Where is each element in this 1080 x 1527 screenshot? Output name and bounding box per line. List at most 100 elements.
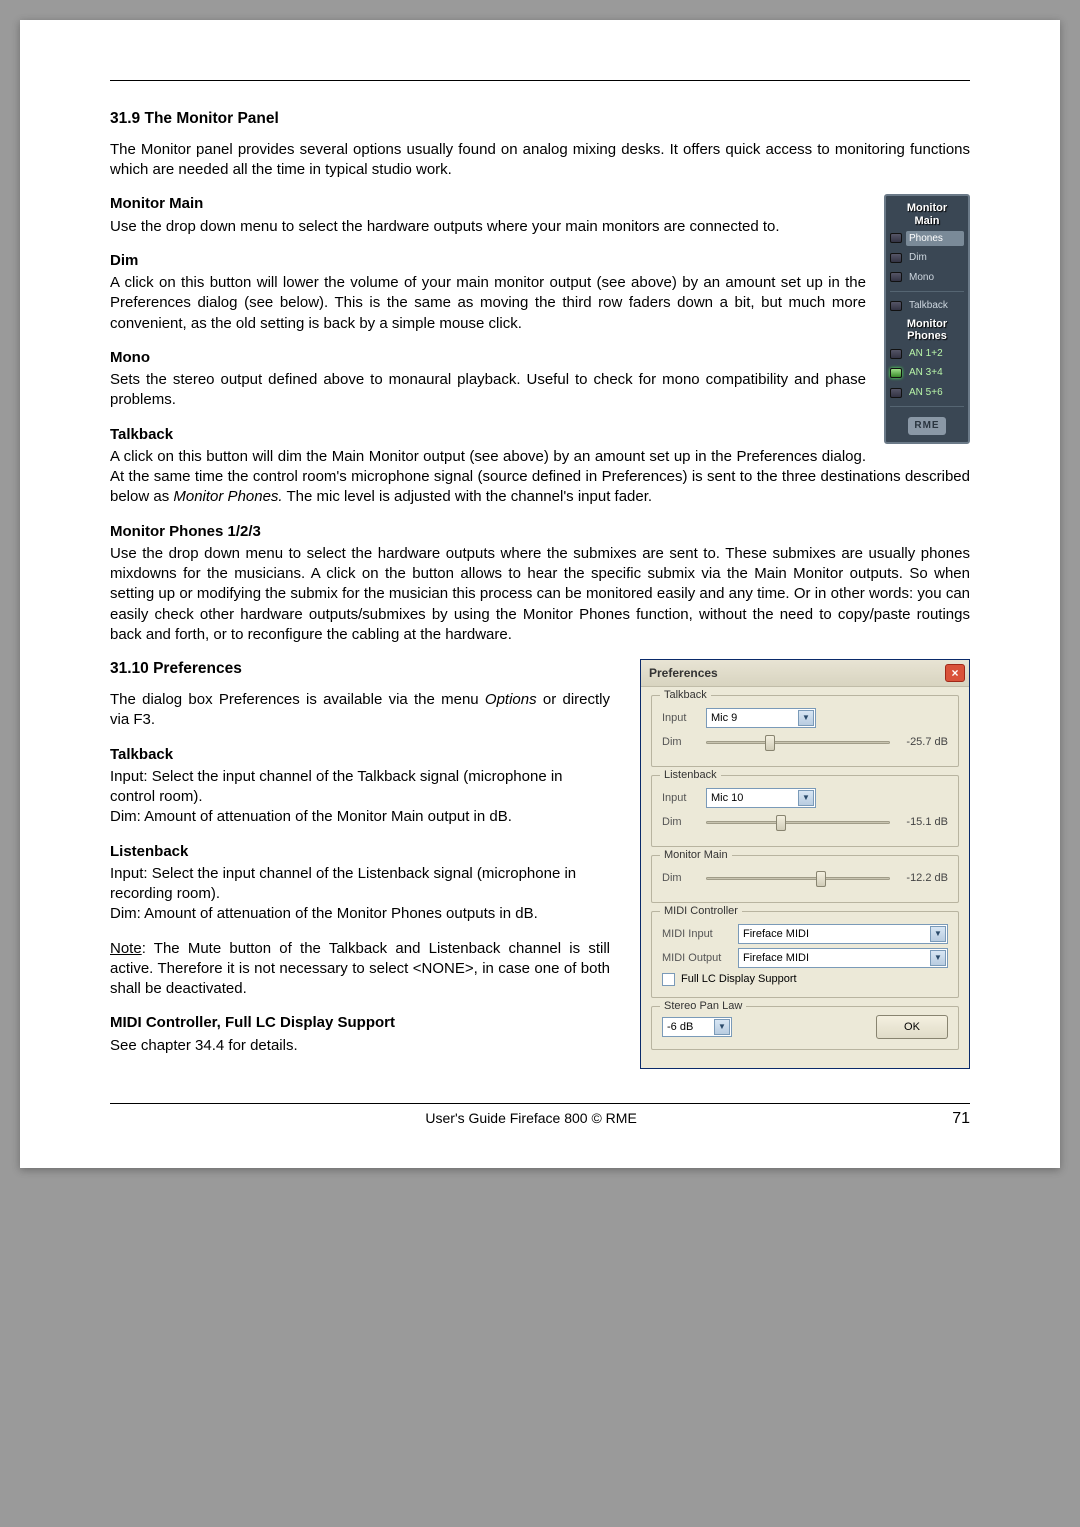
prefs-title-text: Preferences bbox=[649, 665, 718, 681]
footer: User's Guide Fireface 800 © RME 71 bbox=[110, 1103, 970, 1128]
slider-thumb[interactable] bbox=[816, 871, 826, 887]
mp-mono-row[interactable]: Mono bbox=[890, 268, 964, 288]
ok-label: OK bbox=[904, 1020, 920, 1035]
prefs-talkback-h: Talkback bbox=[110, 745, 610, 765]
rule-top bbox=[110, 80, 970, 81]
separator bbox=[890, 291, 964, 292]
monitor-main-fieldset: Monitor Main Dim -12.2 dB bbox=[651, 855, 959, 903]
note-u: Note bbox=[110, 940, 142, 957]
tb-t2: The mic level is adjusted with the chann… bbox=[283, 488, 652, 505]
input-label: Input bbox=[662, 791, 700, 806]
dim-label: Dim bbox=[662, 871, 700, 886]
listenback-fieldset: Listenback Input Mic 10 ▼ Dim bbox=[651, 775, 959, 847]
midi-input-dropdown[interactable]: Fireface MIDI ▼ bbox=[738, 924, 948, 944]
prefs-listenback-t1: Input: Select the input channel of the L… bbox=[110, 864, 610, 905]
an56-label: AN 5+6 bbox=[906, 385, 964, 401]
talkback-label: Talkback bbox=[906, 298, 964, 314]
talkback-dim-row: Dim -25.7 dB bbox=[662, 732, 948, 752]
panlaw-legend: Stereo Pan Law bbox=[660, 999, 746, 1014]
mp-an34-row[interactable]: AN 3+4 bbox=[890, 363, 964, 383]
listenback-dim-row: Dim -15.1 dB bbox=[662, 812, 948, 832]
midi-fieldset: MIDI Controller MIDI Input Fireface MIDI… bbox=[651, 911, 959, 998]
listenback-dim-value: -15.1 dB bbox=[896, 815, 948, 830]
separator bbox=[890, 406, 964, 407]
tb-italic: Monitor Phones. bbox=[173, 488, 282, 505]
fulllc-label: Full LC Display Support bbox=[681, 972, 797, 987]
mp-dim-row[interactable]: Dim bbox=[890, 248, 964, 268]
midi-output-dropdown[interactable]: Fireface MIDI ▼ bbox=[738, 948, 948, 968]
close-button[interactable]: × bbox=[945, 664, 965, 682]
prefs-titlebar: Preferences × bbox=[641, 660, 969, 687]
mono-label: Mono bbox=[906, 270, 964, 286]
slider-thumb[interactable] bbox=[765, 735, 775, 751]
left-col: 31.10 Preferences The dialog box Prefere… bbox=[110, 659, 610, 1056]
monitor-main-dim-row: Dim -12.2 dB bbox=[662, 868, 948, 888]
midi-input-value: Fireface MIDI bbox=[743, 927, 809, 942]
talkback-dim-slider[interactable] bbox=[706, 732, 890, 752]
pi1: The dialog box Preferences is available … bbox=[110, 691, 485, 708]
content: 31.9 The Monitor Panel The Monitor panel… bbox=[110, 109, 970, 1069]
right-col: Preferences × Talkback Input Mic 9 bbox=[640, 659, 970, 1069]
talkback-input-dropdown[interactable]: Mic 9 ▼ bbox=[706, 708, 816, 728]
midi-input-row: MIDI Input Fireface MIDI ▼ bbox=[662, 924, 948, 944]
rme-logo: RME bbox=[908, 417, 945, 435]
prefs-intro: The dialog box Preferences is available … bbox=[110, 690, 610, 731]
listenback-dim-slider[interactable] bbox=[706, 812, 890, 832]
slider-track bbox=[706, 821, 890, 824]
phones-heading: Monitor Phones 1/2/3 bbox=[110, 522, 970, 542]
prefs-talkback-t2: Dim: Amount of attenuation of the Monito… bbox=[110, 807, 610, 827]
close-icon: × bbox=[951, 665, 958, 681]
led-icon bbox=[890, 253, 902, 263]
fulllc-checkbox[interactable] bbox=[662, 973, 675, 986]
pt2: Phones bbox=[907, 330, 947, 342]
slider-track bbox=[706, 877, 890, 880]
chevron-down-icon: ▼ bbox=[714, 1019, 730, 1035]
midi-output-label: MIDI Output bbox=[662, 951, 732, 966]
led-icon bbox=[890, 368, 902, 378]
two-col: 31.10 Preferences The dialog box Prefere… bbox=[110, 659, 970, 1069]
pt1: Monitor bbox=[907, 318, 947, 330]
dim-label: Dim bbox=[662, 815, 700, 830]
page: 31.9 The Monitor Panel The Monitor panel… bbox=[20, 20, 1060, 1168]
talkback-input-value: Mic 9 bbox=[711, 711, 737, 726]
dim-heading: Dim bbox=[110, 251, 970, 271]
midi-legend: MIDI Controller bbox=[660, 904, 742, 919]
fulllc-row[interactable]: Full LC Display Support bbox=[662, 972, 948, 987]
ok-button[interactable]: OK bbox=[876, 1015, 948, 1039]
led-icon bbox=[890, 349, 902, 359]
mono-text: Sets the stereo output defined above to … bbox=[110, 370, 970, 411]
phones-text: Use the drop down menu to select the har… bbox=[110, 544, 970, 645]
midi-output-row: MIDI Output Fireface MIDI ▼ bbox=[662, 948, 948, 968]
t2: Main bbox=[914, 215, 939, 227]
pi-italic: Options bbox=[485, 691, 537, 708]
monitor-main-title: Monitor Main bbox=[890, 200, 964, 228]
prefs-midi-h: MIDI Controller, Full LC Display Support bbox=[110, 1013, 610, 1033]
t1: Monitor bbox=[907, 202, 947, 214]
listenback-input-row: Input Mic 10 ▼ bbox=[662, 788, 948, 808]
an34-label: AN 3+4 bbox=[906, 365, 964, 381]
slider-thumb[interactable] bbox=[776, 815, 786, 831]
section-title-1: 31.9 The Monitor Panel bbox=[110, 109, 970, 130]
talkback-dim-value: -25.7 dB bbox=[896, 735, 948, 750]
mono-heading: Mono bbox=[110, 348, 970, 368]
listenback-input-value: Mic 10 bbox=[711, 791, 743, 806]
panlaw-fieldset: Stereo Pan Law -6 dB ▼ OK bbox=[651, 1006, 959, 1050]
mp-an12-row[interactable]: AN 1+2 bbox=[890, 344, 964, 364]
mp-talkback-row[interactable]: Talkback bbox=[890, 296, 964, 316]
listenback-input-dropdown[interactable]: Mic 10 ▼ bbox=[706, 788, 816, 808]
led-icon bbox=[890, 233, 902, 243]
talkback-legend: Talkback bbox=[660, 688, 711, 703]
prefs-talkback-t1: Input: Select the input channel of the T… bbox=[110, 767, 610, 808]
panlaw-dropdown[interactable]: -6 dB ▼ bbox=[662, 1017, 732, 1037]
monitor-main-dim-value: -12.2 dB bbox=[896, 871, 948, 886]
input-label: Input bbox=[662, 711, 700, 726]
listenback-legend: Listenback bbox=[660, 768, 721, 783]
mp-phones-row[interactable]: Phones bbox=[890, 229, 964, 249]
prefs-body: Talkback Input Mic 9 ▼ Dim bbox=[641, 687, 969, 1068]
prefs-listenback-h: Listenback bbox=[110, 842, 610, 862]
led-icon bbox=[890, 272, 902, 282]
mp-an56-row[interactable]: AN 5+6 bbox=[890, 383, 964, 403]
monitor-panel-wrap: Monitor Main Phones Dim Mono bbox=[884, 194, 970, 443]
monitor-main-dim-slider[interactable] bbox=[706, 868, 890, 888]
midi-output-value: Fireface MIDI bbox=[743, 951, 809, 966]
